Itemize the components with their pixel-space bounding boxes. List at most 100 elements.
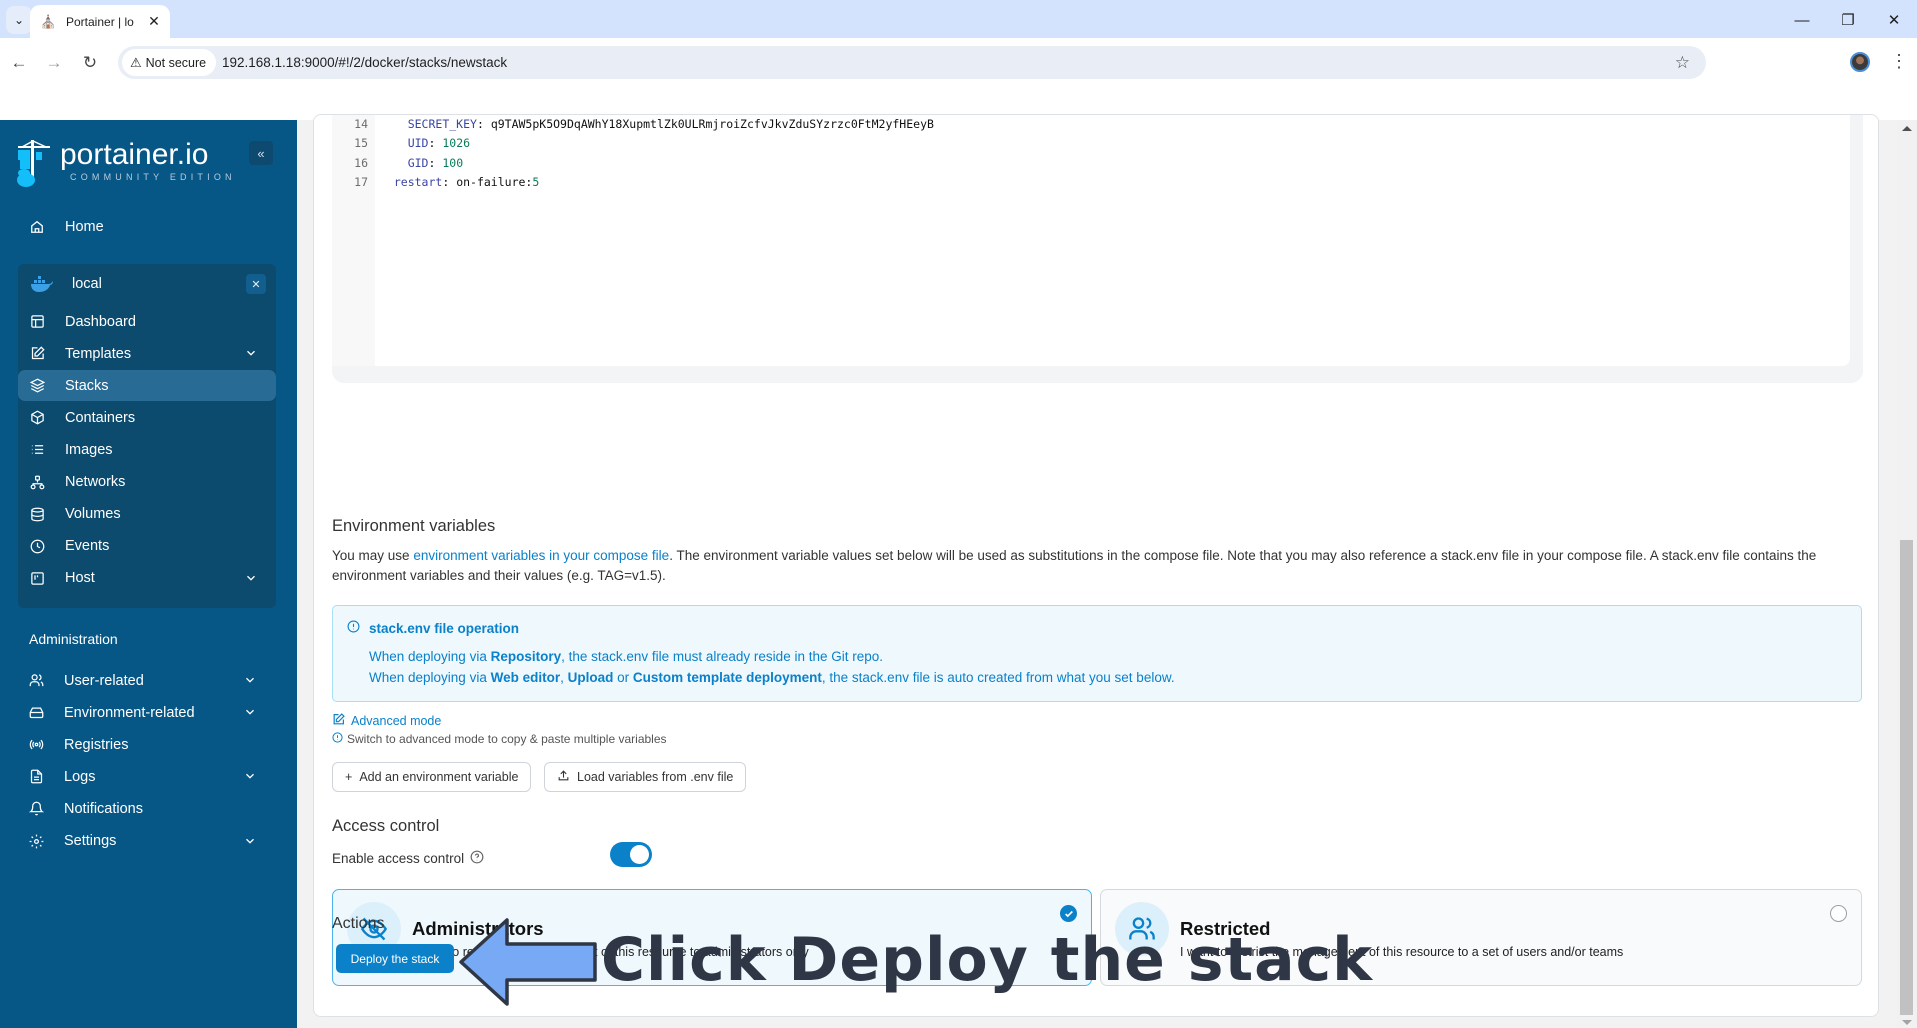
deploy-stack-button[interactable]: Deploy the stack bbox=[336, 944, 454, 973]
environment-header[interactable]: local ✕ bbox=[18, 264, 276, 304]
edit-icon bbox=[332, 713, 345, 729]
sidebar-item-networks[interactable]: Networks bbox=[18, 467, 276, 498]
scrollbar-thumb[interactable] bbox=[1900, 540, 1913, 1015]
tab-close-icon[interactable]: ✕ bbox=[144, 13, 164, 30]
warning-icon: ⚠ bbox=[130, 54, 142, 70]
scroll-down-arrow-icon[interactable] bbox=[1902, 1020, 1912, 1025]
sidebar-item-home[interactable]: Home bbox=[18, 211, 276, 242]
arrow-left-icon: ← bbox=[10, 53, 28, 72]
code-text: GID: 100 bbox=[407, 155, 464, 170]
radio-icon bbox=[28, 737, 44, 753]
chevron-down-icon[interactable] bbox=[243, 673, 257, 687]
logo-edition: COMMUNITY EDITION bbox=[70, 172, 236, 182]
reload-button[interactable]: ↻ bbox=[77, 50, 103, 76]
close-icon: ✕ bbox=[251, 278, 261, 291]
info-icon bbox=[347, 620, 360, 636]
arrow-left-icon bbox=[459, 918, 597, 1006]
administration-heading: Administration bbox=[29, 631, 118, 647]
tutorial-annotation: Click Deploy the stack bbox=[459, 918, 1372, 1006]
sidebar-item-host[interactable]: Host bbox=[18, 563, 276, 594]
list-icon bbox=[29, 442, 45, 458]
clear-environment-button[interactable]: ✕ bbox=[246, 274, 266, 294]
sidebar-item-dashboard[interactable]: Dashboard bbox=[18, 306, 276, 337]
box-icon bbox=[29, 410, 45, 426]
info-line-repository: When deploying via Repository, the stack… bbox=[369, 649, 883, 664]
sidebar-item-events[interactable]: Events bbox=[18, 531, 276, 562]
sidebar-item-label: Images bbox=[65, 441, 113, 458]
chevron-down-icon[interactable] bbox=[243, 769, 257, 783]
sidebar-item-user-related[interactable]: User-related bbox=[17, 665, 275, 696]
security-label: Not secure bbox=[145, 55, 207, 70]
collapse-sidebar-button[interactable]: « bbox=[249, 141, 273, 165]
minimize-button[interactable]: — bbox=[1782, 8, 1822, 32]
host-icon bbox=[29, 570, 45, 586]
unselected-radio[interactable] bbox=[1830, 905, 1847, 922]
file-text-icon bbox=[28, 769, 44, 785]
advanced-mode-link[interactable]: Advanced mode bbox=[332, 713, 441, 729]
info-line-web-editor: When deploying via Web editor, Upload or… bbox=[369, 670, 1175, 685]
sidebar-item-label: Settings bbox=[64, 833, 117, 849]
browser-menu-icon[interactable]: ⋮ bbox=[1890, 48, 1908, 74]
upload-icon bbox=[557, 769, 570, 785]
sidebar-item-label: Environment-related bbox=[64, 704, 195, 721]
sidebar-item-label: Stacks bbox=[65, 377, 109, 394]
bell-icon bbox=[28, 801, 44, 817]
browser-tab-strip: ⌄ ⛪ Portainer | lo ✕ — ❐ ✕ bbox=[0, 0, 1917, 38]
sidebar-item-templates[interactable]: Templates bbox=[18, 338, 276, 369]
sidebar-item-label: Dashboard bbox=[65, 313, 136, 330]
add-environment-variable-button[interactable]: + Add an environment variable bbox=[332, 762, 532, 792]
sidebar-item-registries[interactable]: Registries bbox=[17, 729, 275, 760]
sidebar-item-environment-related[interactable]: Environment-related bbox=[17, 697, 275, 728]
sidebar-item-label: Registries bbox=[64, 736, 129, 753]
chevron-down-icon[interactable] bbox=[243, 834, 257, 848]
chevrons-left-icon: « bbox=[257, 145, 265, 161]
access-control-toggle[interactable] bbox=[610, 842, 652, 867]
portainer-logo[interactable]: portainer.io COMMUNITY EDITION bbox=[16, 140, 236, 190]
forward-button[interactable]: → bbox=[41, 50, 67, 76]
env-vars-docs-link[interactable]: environment variables in your compose fi… bbox=[413, 548, 669, 563]
advanced-mode-hint: Switch to advanced mode to copy & paste … bbox=[332, 732, 667, 746]
sidebar-item-label: Notifications bbox=[64, 800, 143, 817]
clock-icon bbox=[29, 538, 45, 554]
code-editor[interactable]: 14 SECRET_KEY: q9TAW5pK5O9DqAWhY18Xupmtl… bbox=[332, 115, 1850, 366]
stack-env-info-box: stack.env file operation When deploying … bbox=[332, 605, 1862, 702]
sidebar-item-volumes[interactable]: Volumes bbox=[18, 499, 276, 530]
sidebar-item-notifications[interactable]: Notifications bbox=[17, 793, 275, 824]
scroll-up-arrow-icon[interactable] bbox=[1902, 126, 1912, 131]
help-icon[interactable] bbox=[470, 850, 484, 867]
actions-heading: Actions bbox=[332, 915, 385, 932]
code-line: 16 GID: 100 bbox=[332, 154, 1850, 173]
info-title-text: stack.env file operation bbox=[369, 620, 520, 636]
back-button[interactable]: ← bbox=[6, 50, 32, 76]
sidebar-item-logs[interactable]: Logs bbox=[17, 761, 275, 792]
browser-tab[interactable]: ⛪ Portainer | lo ✕ bbox=[30, 5, 170, 38]
code-text: restart: on-failure:5 bbox=[393, 174, 540, 189]
url-text[interactable]: 192.168.1.18:9000/#!/2/docker/stacks/new… bbox=[222, 46, 507, 79]
window-close-button[interactable]: ✕ bbox=[1874, 8, 1914, 32]
load-env-file-button[interactable]: Load variables from .env file bbox=[544, 762, 747, 792]
browser-toolbar: ← → ↻ ⚠ Not secure 192.168.1.18:9000/#!/… bbox=[0, 38, 1917, 88]
address-bar[interactable]: ⚠ Not secure 192.168.1.18:9000/#!/2/dock… bbox=[118, 46, 1706, 79]
bookmark-star-icon[interactable]: ☆ bbox=[1675, 46, 1690, 79]
create-stack-card: 14 SECRET_KEY: q9TAW5pK5O9DqAWhY18Xupmtl… bbox=[313, 114, 1879, 1017]
page-scrollbar[interactable] bbox=[1897, 120, 1917, 1028]
sidebar-item-stacks[interactable]: Stacks bbox=[18, 370, 276, 402]
sidebar-item-label: Templates bbox=[65, 345, 132, 362]
chevron-down-icon[interactable] bbox=[244, 346, 258, 360]
profile-avatar[interactable] bbox=[1850, 52, 1870, 72]
line-number: 14 bbox=[354, 117, 368, 131]
security-chip[interactable]: ⚠ Not secure bbox=[122, 49, 217, 76]
chevron-down-icon[interactable] bbox=[243, 705, 257, 719]
environment-name: local bbox=[72, 276, 102, 292]
sidebar-item-images[interactable]: Images bbox=[18, 434, 276, 465]
tab-search-button[interactable]: ⌄ bbox=[6, 6, 32, 34]
sidebar-item-containers[interactable]: Containers bbox=[18, 402, 276, 433]
environment-variables-description: You may use environment variables in you… bbox=[332, 546, 1862, 586]
chevron-down-icon[interactable] bbox=[244, 571, 258, 585]
main-content: 14 SECRET_KEY: q9TAW5pK5O9DqAWhY18Xupmtl… bbox=[297, 114, 1917, 1028]
restore-button[interactable]: ❐ bbox=[1828, 8, 1868, 32]
button-label: Add an environment variable bbox=[359, 770, 519, 784]
sidebar-item-label: Volumes bbox=[65, 506, 121, 523]
sidebar-item-settings[interactable]: Settings bbox=[17, 826, 275, 857]
dashboard-icon bbox=[29, 314, 45, 330]
